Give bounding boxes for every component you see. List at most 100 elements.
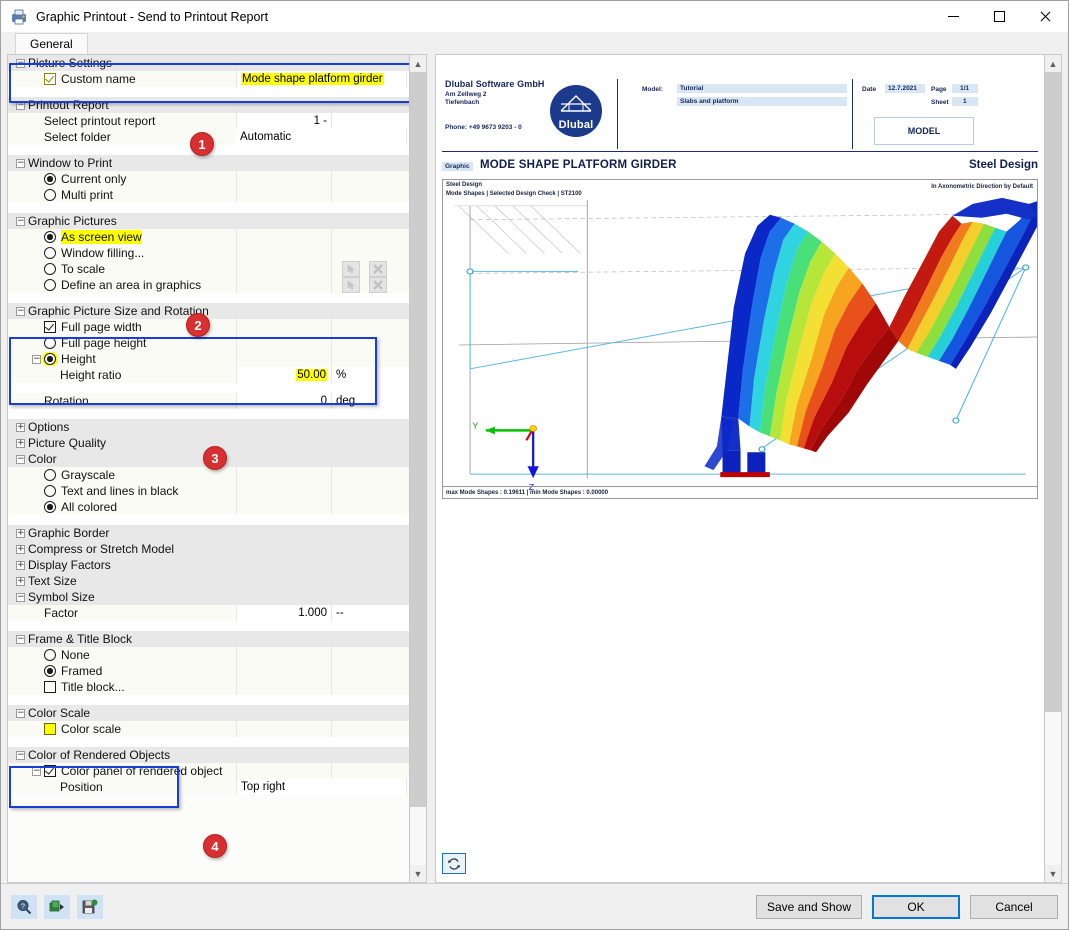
color-panel-checkbox[interactable]: [44, 765, 56, 777]
group-picture-settings[interactable]: −Picture Settings: [8, 55, 409, 71]
collapse-icon[interactable]: −: [16, 455, 25, 464]
collapse-icon[interactable]: −: [16, 635, 25, 644]
row-frame-framed[interactable]: Framed: [8, 663, 409, 679]
expand-icon[interactable]: +: [16, 561, 25, 570]
scroll-down-button[interactable]: ▼: [410, 865, 426, 882]
tree-scrollbar[interactable]: ▲ ▼: [410, 54, 427, 883]
row-color-scale[interactable]: Color scale: [8, 721, 409, 737]
group-options[interactable]: +Options: [8, 419, 409, 435]
group-graphic-pictures[interactable]: −Graphic Pictures: [8, 213, 409, 229]
group-printout-report[interactable]: −Printout Report: [8, 97, 409, 113]
symbol-factor-value[interactable]: 1.000: [236, 605, 331, 621]
collapse-icon[interactable]: −: [16, 217, 25, 226]
group-display-factors[interactable]: +Display Factors: [8, 557, 409, 573]
expand-icon[interactable]: +: [16, 423, 25, 432]
close-button[interactable]: [1022, 1, 1068, 32]
row-rotation[interactable]: Rotation 0 deg: [8, 393, 409, 409]
collapse-icon[interactable]: −: [16, 101, 25, 110]
row-height-ratio[interactable]: Height ratio 50.00 %: [8, 367, 409, 383]
minimize-button[interactable]: [930, 1, 976, 32]
group-frame-title-block[interactable]: −Frame & Title Block: [8, 631, 409, 647]
row-select-printout-report[interactable]: Select printout report 1 -: [8, 113, 409, 129]
row-text-lines-black[interactable]: Text and lines in black: [8, 483, 409, 499]
pick-area-button-1[interactable]: [342, 261, 360, 277]
title-block-checkbox[interactable]: [44, 681, 56, 693]
pick-area-button-2[interactable]: [342, 277, 360, 293]
row-color-panel[interactable]: −Color panel of rendered object: [8, 763, 409, 779]
clear-area-button-2[interactable]: [369, 277, 387, 293]
clear-area-button-1[interactable]: [369, 261, 387, 277]
full-page-height-radio[interactable]: [44, 337, 56, 349]
preview-scroll-up-button[interactable]: ▲: [1045, 55, 1061, 72]
select-report-value[interactable]: 1 -: [236, 113, 331, 129]
row-to-scale[interactable]: To scale: [8, 261, 409, 277]
collapse-icon[interactable]: −: [16, 709, 25, 718]
graphic-frame[interactable]: Steel Design Mode Shapes | Selected Desi…: [442, 179, 1038, 499]
expand-icon[interactable]: +: [16, 529, 25, 538]
text-lines-black-radio[interactable]: [44, 485, 56, 497]
save-settings-button[interactable]: [77, 895, 103, 919]
row-grayscale[interactable]: Grayscale: [8, 467, 409, 483]
full-page-width-checkbox[interactable]: [44, 321, 56, 333]
tree-scroll-track[interactable]: [410, 72, 426, 865]
row-window-filling[interactable]: Window filling...: [8, 245, 409, 261]
tab-general[interactable]: General: [15, 33, 88, 55]
all-colored-radio[interactable]: [44, 501, 56, 513]
row-height[interactable]: −Height: [8, 351, 409, 367]
collapse-icon[interactable]: −: [16, 593, 25, 602]
ok-button[interactable]: OK: [872, 895, 960, 919]
collapse-icon[interactable]: −: [32, 767, 41, 776]
row-define-area[interactable]: Define an area in graphics: [8, 277, 409, 293]
grayscale-radio[interactable]: [44, 469, 56, 481]
collapse-icon[interactable]: −: [32, 355, 41, 364]
row-symbol-factor[interactable]: Factor 1.000 --: [8, 605, 409, 621]
select-folder-value[interactable]: Automatic: [236, 129, 406, 145]
expand-icon[interactable]: +: [16, 577, 25, 586]
group-compress-stretch[interactable]: +Compress or Stretch Model: [8, 541, 409, 557]
row-all-colored[interactable]: All colored: [8, 499, 409, 515]
scroll-up-button[interactable]: ▲: [410, 55, 426, 72]
export-button[interactable]: [44, 895, 70, 919]
preview-scroll-thumb[interactable]: [1045, 72, 1061, 712]
group-symbol-size[interactable]: −Symbol Size: [8, 589, 409, 605]
cancel-button[interactable]: Cancel: [970, 895, 1058, 919]
color-scale-checkbox[interactable]: [44, 723, 56, 735]
custom-name-value[interactable]: Mode shape platform girder: [241, 73, 384, 85]
height-radio[interactable]: [44, 353, 56, 365]
expand-icon[interactable]: +: [16, 439, 25, 448]
maximize-button[interactable]: [976, 1, 1022, 32]
row-frame-none[interactable]: None: [8, 647, 409, 663]
group-graphic-border[interactable]: +Graphic Border: [8, 525, 409, 541]
multi-print-radio[interactable]: [44, 189, 56, 201]
custom-name-checkbox[interactable]: [44, 73, 56, 85]
report-preview[interactable]: Dlubal Software GmbH Am Zellweg 2 Tiefen…: [435, 54, 1045, 883]
row-as-screen-view[interactable]: As screen view: [8, 229, 409, 245]
to-scale-radio[interactable]: [44, 263, 56, 275]
refresh-preview-button[interactable]: [442, 853, 466, 874]
tree-scroll-thumb[interactable]: [410, 72, 426, 807]
height-ratio-value[interactable]: 50.00: [296, 369, 327, 381]
collapse-icon[interactable]: −: [16, 159, 25, 168]
row-current-only[interactable]: Current only: [8, 171, 409, 187]
group-color-scale[interactable]: −Color Scale: [8, 705, 409, 721]
preview-scrollbar[interactable]: ▲ ▼: [1045, 54, 1062, 883]
row-custom-name[interactable]: Custom name Mode shape platform girder: [8, 71, 409, 87]
collapse-icon[interactable]: −: [16, 307, 25, 316]
help-search-button[interactable]: ?: [11, 895, 37, 919]
group-rendered-objects[interactable]: −Color of Rendered Objects: [8, 747, 409, 763]
current-only-radio[interactable]: [44, 173, 56, 185]
save-and-show-button[interactable]: Save and Show: [756, 895, 862, 919]
row-multi-print[interactable]: Multi print: [8, 187, 409, 203]
group-size-rotation[interactable]: −Graphic Picture Size and Rotation: [8, 303, 409, 319]
collapse-icon[interactable]: −: [16, 751, 25, 760]
group-text-size[interactable]: +Text Size: [8, 573, 409, 589]
row-position[interactable]: Position Top right: [8, 779, 409, 795]
frame-framed-radio[interactable]: [44, 665, 56, 677]
row-title-block[interactable]: Title block...: [8, 679, 409, 695]
row-full-page-height[interactable]: Full page height: [8, 335, 409, 351]
collapse-icon[interactable]: −: [16, 59, 25, 68]
as-screen-view-radio[interactable]: [44, 231, 56, 243]
expand-icon[interactable]: +: [16, 545, 25, 554]
preview-scroll-down-button[interactable]: ▼: [1045, 865, 1061, 882]
frame-none-radio[interactable]: [44, 649, 56, 661]
